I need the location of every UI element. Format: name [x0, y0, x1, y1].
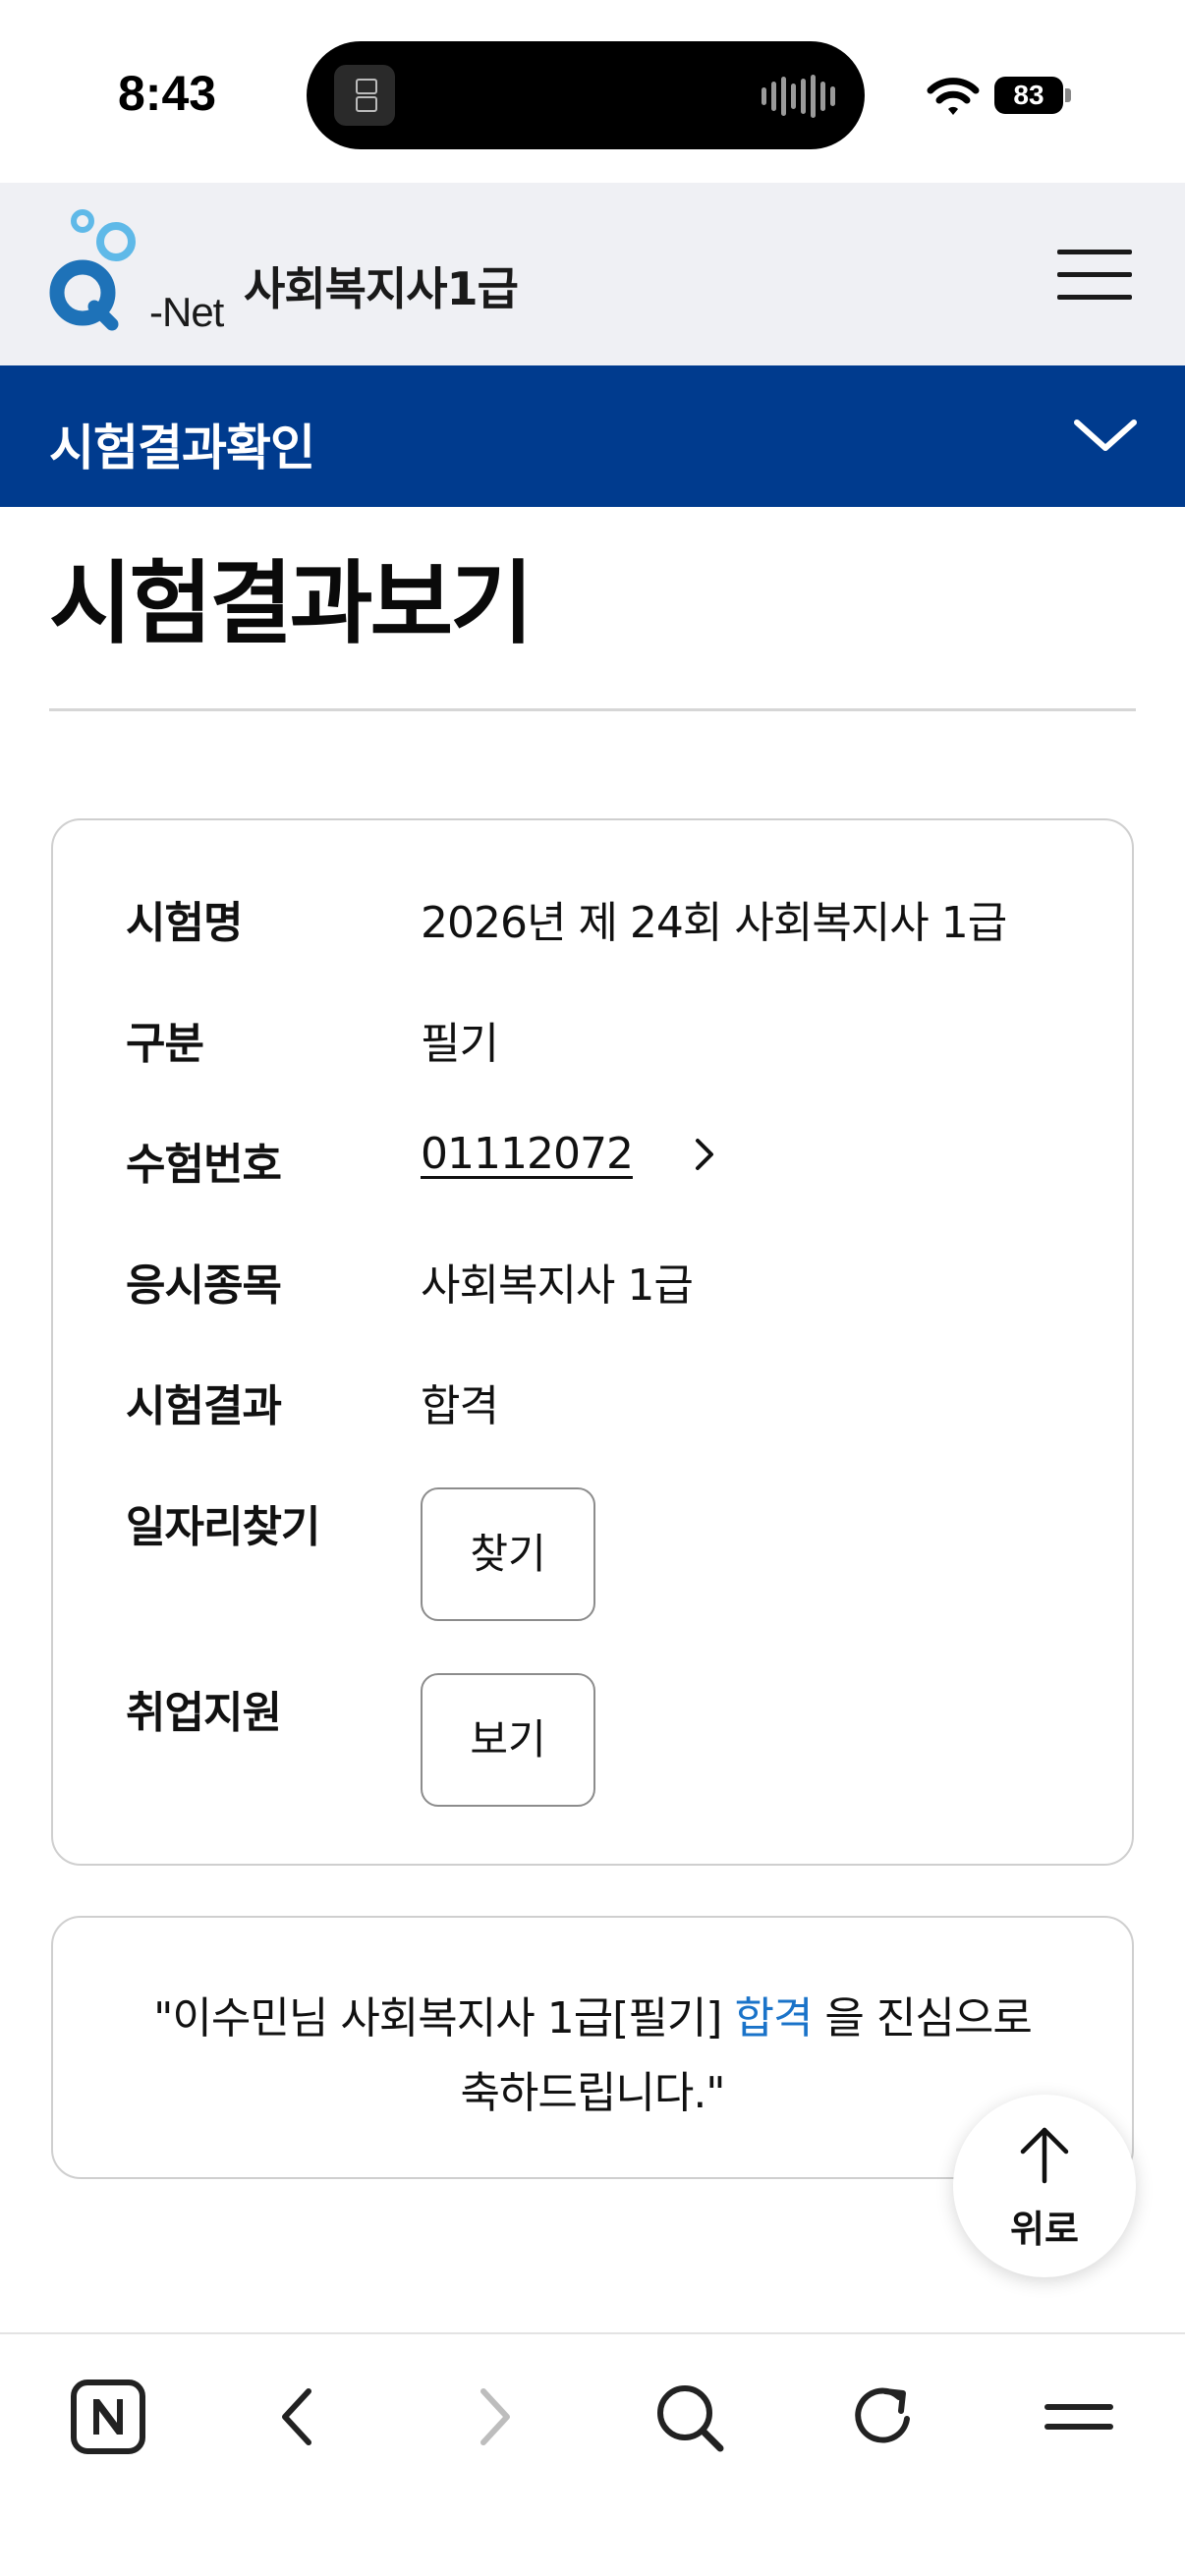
exam-subject-value: 사회복지사 1급 [421, 1260, 694, 1311]
back-button[interactable] [257, 2376, 340, 2458]
exam-result-value: 합격 [421, 1381, 499, 1431]
dynamic-island [307, 41, 865, 149]
arrow-up-icon [1020, 2127, 1069, 2184]
qnet-logo[interactable]: -Net [47, 208, 224, 336]
audio-wave-icon [762, 75, 835, 118]
forward-button[interactable] [452, 2376, 535, 2458]
exam-name-label: 시험명 [126, 898, 243, 948]
browser-menu-button[interactable] [1038, 2376, 1120, 2458]
reload-button[interactable] [842, 2376, 925, 2458]
sub-nav-label: 시험결과확인 [49, 420, 315, 476]
battery-indicator: 83 [994, 77, 1063, 114]
exam-name-value: 2026년 제 24회 사회복지사 1급 [421, 898, 1007, 948]
menu-line [1057, 250, 1132, 254]
chevron-down-icon [1074, 420, 1137, 451]
message-highlight: 합격 [734, 1993, 813, 2044]
status-time: 8:43 [118, 66, 217, 121]
scroll-top-button[interactable]: 위로 [953, 2095, 1136, 2277]
menu-icon [1044, 2404, 1113, 2430]
reload-icon [855, 2387, 910, 2443]
message-before: "이수민님 사회복지사 1급[필기] [153, 1993, 735, 2044]
exam-number-link[interactable]: 01112072 [421, 1129, 634, 1179]
logo-text: -Net [149, 289, 224, 335]
job-search-button[interactable]: 찾기 [421, 1487, 595, 1621]
scroll-top-label: 위로 [1010, 2210, 1079, 2251]
now-playing-app-icon [334, 65, 395, 126]
exam-number-label: 수험번호 [126, 1140, 282, 1190]
battery-tip [1065, 88, 1071, 102]
site-title: 사회복지사1급 [244, 262, 519, 315]
employment-support-button[interactable]: 보기 [421, 1673, 595, 1807]
category-label: 구분 [126, 1019, 204, 1069]
sub-nav-dropdown[interactable]: 시험결과확인 [0, 365, 1185, 507]
congratulation-line-1: "이수민님 사회복지사 1급[필기] 합격 을 진심으로 [53, 1983, 1132, 2045]
site-header: -Net 사회복지사1급 [0, 183, 1185, 365]
search-button[interactable] [648, 2376, 730, 2458]
browser-toolbar [0, 2332, 1185, 2576]
forward-icon [480, 2388, 510, 2445]
message-after: 을 진심으로 [812, 1993, 1032, 2044]
result-card: 시험명 2026년 제 24회 사회복지사 1급 구분 필기 수험번호 0111… [51, 818, 1134, 1866]
exam-subject-label: 응시종목 [126, 1260, 282, 1311]
wifi-icon [927, 78, 980, 115]
search-icon [657, 2385, 724, 2452]
hamburger-menu-button[interactable] [1051, 242, 1134, 307]
exam-result-label: 시험결과 [126, 1381, 282, 1431]
menu-line [1057, 295, 1132, 300]
n-home-icon [71, 2380, 145, 2454]
employment-support-label: 취업지원 [126, 1688, 282, 1738]
title-divider [49, 708, 1136, 711]
menu-line [1057, 272, 1132, 277]
n-home-button[interactable] [67, 2376, 149, 2458]
status-bar: 8:43 83 [0, 0, 1185, 183]
congratulation-line-2: 축하드립니다." [460, 2068, 725, 2118]
chevron-right-icon[interactable] [690, 1133, 719, 1176]
category-value: 필기 [421, 1019, 499, 1069]
back-icon [282, 2388, 311, 2445]
job-search-label: 일자리찾기 [126, 1502, 320, 1552]
qnet-logo-mark [49, 209, 136, 331]
page-title: 시험결과보기 [49, 551, 534, 656]
exam-number-value[interactable]: 01112072 [421, 1129, 634, 1179]
